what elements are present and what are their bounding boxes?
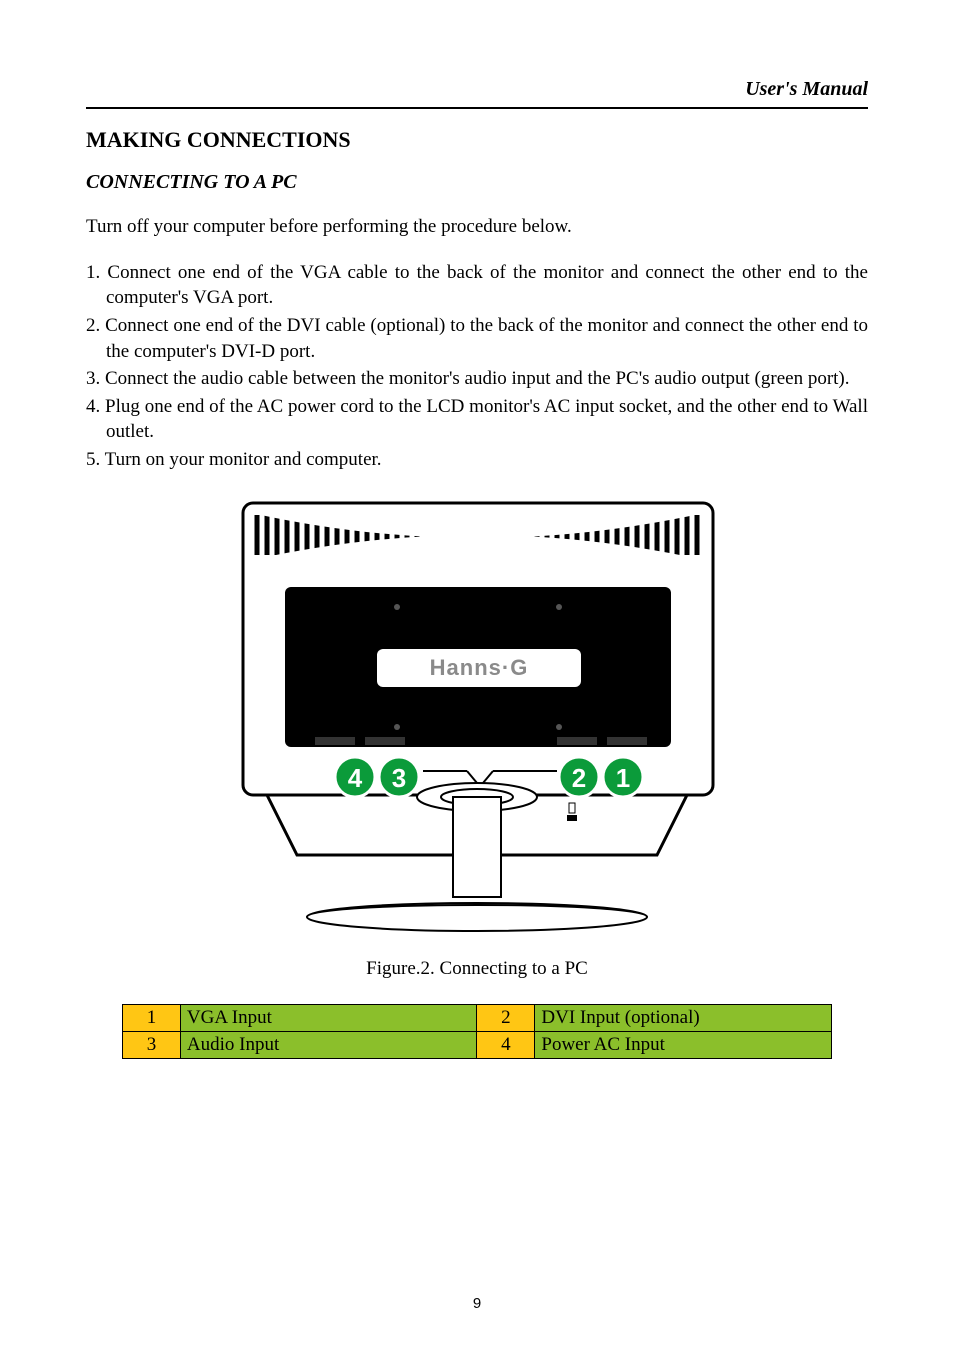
cell-num-3: 3 [123,1031,181,1058]
step-5: 5. Turn on your monitor and computer. [86,447,868,473]
header-right: User's Manual [86,78,868,101]
page-number: 9 [0,1295,954,1312]
svg-text:1: 1 [616,763,630,793]
cell-num-4: 4 [477,1031,535,1058]
brand-text: Hanns·G [430,655,529,680]
step-3: 3. Connect the audio cable between the m… [86,366,868,392]
connections-table: 1 VGA Input 2 DVI Input (optional) 3 Aud… [122,1004,832,1059]
port-marker-2: 2 [559,757,599,797]
step-1: 1. Connect one end of the VGA cable to t… [86,260,868,311]
svg-text:2: 2 [572,763,586,793]
section-title: MAKING CONNECTIONS [86,127,868,153]
figure-caption: Figure.2. Connecting to a PC [86,958,868,980]
step-2: 2. Connect one end of the DVI cable (opt… [86,313,868,364]
svg-text:4: 4 [348,763,363,793]
section-subtitle: CONNECTING TO A PC [86,171,868,194]
cell-lab-1: VGA Input [180,1004,477,1031]
table-row: 3 Audio Input 4 Power AC Input [123,1031,832,1058]
svg-text:3: 3 [392,763,406,793]
cell-lab-3: Audio Input [180,1031,477,1058]
header-rule [86,107,868,109]
port-marker-4: 4 [335,757,375,797]
monitor-diagram: Hanns·G 4 3 [227,495,727,935]
cell-num-1: 1 [123,1004,181,1031]
cell-lab-4: Power AC Input [535,1031,832,1058]
steps-list: 1. Connect one end of the VGA cable to t… [86,260,868,473]
intro-paragraph: Turn off your computer before performing… [86,214,868,240]
cell-lab-2: DVI Input (optional) [535,1004,832,1031]
cell-num-2: 2 [477,1004,535,1031]
figure-container: Hanns·G 4 3 [86,495,868,940]
port-marker-1: 1 [603,757,643,797]
port-marker-3: 3 [379,757,419,797]
step-4: 4. Plug one end of the AC power cord to … [86,394,868,445]
table-row: 1 VGA Input 2 DVI Input (optional) [123,1004,832,1031]
